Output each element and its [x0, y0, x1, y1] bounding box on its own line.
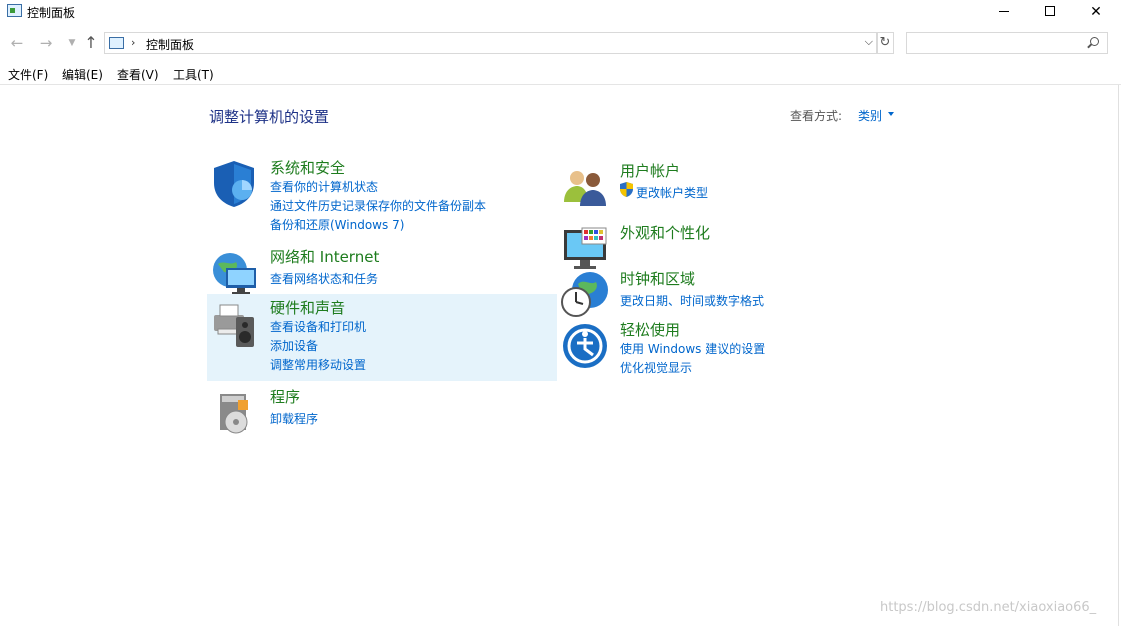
category-link[interactable]: 调整常用移动设置 — [270, 356, 366, 373]
menu-view[interactable]: 查看(V) — [117, 66, 159, 83]
category-link[interactable]: 通过文件历史记录保存你的文件备份副本 — [270, 197, 486, 214]
monitor-palette-icon — [564, 227, 607, 269]
category-link[interactable]: 查看网络状态和任务 — [270, 270, 378, 287]
minimize-button[interactable] — [981, 0, 1027, 24]
search-input[interactable] — [909, 34, 1083, 54]
menu-edit[interactable]: 编辑(E) — [62, 66, 103, 83]
users-icon — [564, 171, 606, 206]
breadcrumb-control-panel[interactable]: 控制面板 — [146, 36, 194, 53]
address-dropdown-icon[interactable]: ⌵ — [865, 35, 873, 49]
shield-icon — [214, 161, 254, 207]
programs-disc-icon — [220, 394, 248, 434]
title-bar: 控制面板 ✕ — [0, 0, 1121, 24]
chevron-down-icon[interactable] — [888, 112, 894, 116]
clock-globe-icon — [561, 272, 608, 317]
category-link[interactable]: 查看你的计算机状态 — [270, 178, 378, 195]
accessibility-icon — [563, 324, 607, 368]
category-title[interactable]: 外观和个性化 — [620, 222, 710, 243]
category-title[interactable]: 网络和 Internet — [270, 246, 379, 267]
category-title[interactable]: 程序 — [270, 386, 300, 407]
window-edge — [1118, 85, 1119, 626]
menu-divider — [0, 84, 1121, 85]
search-box[interactable] — [906, 32, 1108, 54]
maximize-icon — [1045, 6, 1055, 16]
back-arrow-icon: ← — [10, 34, 24, 52]
category-link[interactable]: 备份和还原(Windows 7) — [270, 216, 404, 233]
category-link[interactable]: 更改日期、时间或数字格式 — [620, 292, 764, 309]
page-title: 调整计算机的设置 — [209, 108, 330, 126]
forward-arrow-icon: → — [39, 34, 53, 52]
close-icon: ✕ — [1090, 4, 1102, 20]
back-button[interactable]: ← — [8, 34, 26, 52]
forward-button[interactable]: → — [37, 34, 55, 52]
control-panel-icon — [7, 4, 22, 17]
menu-file[interactable]: 文件(F) — [8, 66, 48, 83]
menu-tools[interactable]: 工具(T) — [173, 66, 214, 83]
uac-shield-icon — [620, 182, 633, 197]
refresh-icon: ↻ — [879, 35, 891, 50]
window-title: 控制面板 — [27, 6, 76, 20]
watermark: https://blog.csdn.net/xiaoxiao66_ — [880, 600, 1097, 615]
minimize-icon — [999, 11, 1009, 12]
category-title[interactable]: 硬件和声音 — [270, 297, 345, 318]
maximize-button[interactable] — [1027, 0, 1073, 24]
navigation-bar: ← → ▼ ↑ › 控制面板 ⌵ ↻ — [0, 30, 1121, 58]
up-button[interactable]: ↑ — [82, 34, 100, 52]
view-by-label: 查看方式: — [790, 109, 843, 123]
category-link[interactable]: 使用 Windows 建议的设置 — [620, 340, 765, 357]
chevron-down-icon: ▼ — [68, 38, 76, 48]
search-icon[interactable] — [1090, 37, 1099, 46]
breadcrumb-chevron-icon[interactable]: › — [131, 36, 135, 49]
close-button[interactable]: ✕ — [1073, 0, 1119, 24]
category-link[interactable]: 优化视觉显示 — [620, 359, 692, 376]
view-by-dropdown[interactable]: 类别 — [858, 107, 882, 124]
network-globe-icon — [213, 253, 256, 294]
category-link[interactable]: 添加设备 — [270, 337, 318, 354]
category-title[interactable]: 用户帐户 — [620, 160, 680, 181]
address-bar[interactable]: › 控制面板 ⌵ — [104, 32, 878, 54]
up-arrow-icon: ↑ — [84, 33, 98, 52]
category-link[interactable]: 查看设备和打印机 — [270, 318, 366, 335]
recent-locations-button[interactable]: ▼ — [63, 34, 81, 52]
category-title[interactable]: 轻松使用 — [620, 319, 680, 340]
menu-bar: 文件(F) 编辑(E) 查看(V) 工具(T) — [0, 64, 1121, 84]
control-panel-icon — [109, 37, 124, 49]
printer-speaker-icon — [214, 304, 254, 347]
category-link[interactable]: 更改帐户类型 — [636, 184, 708, 201]
category-title[interactable]: 系统和安全 — [270, 157, 345, 178]
category-title[interactable]: 时钟和区域 — [620, 268, 695, 289]
refresh-button[interactable]: ↻ — [876, 32, 894, 54]
category-link[interactable]: 卸载程序 — [270, 410, 318, 427]
